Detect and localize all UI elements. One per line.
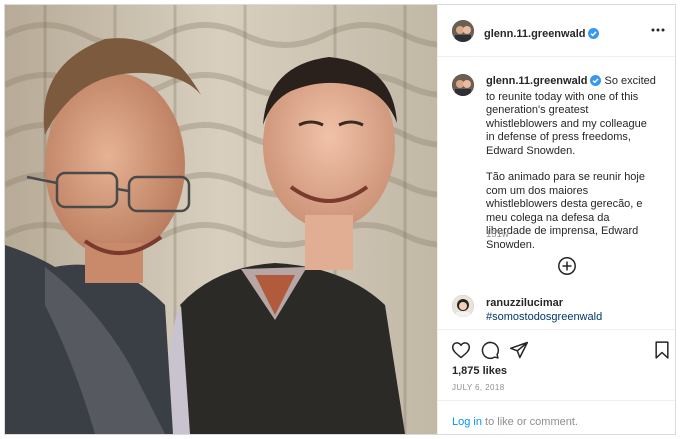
like-count[interactable]: 1,875 likes xyxy=(452,365,507,377)
commenter-avatar[interactable] xyxy=(452,295,474,317)
plus-circle-icon[interactable] xyxy=(557,256,577,276)
post-date[interactable]: JULY 6, 2018 xyxy=(452,383,505,392)
more-options-icon[interactable] xyxy=(650,23,666,37)
comment: ranuzzilucimar #somostodosgreenwald xyxy=(486,297,666,324)
author-avatar[interactable] xyxy=(452,20,474,42)
login-prompt-text: to like or comment. xyxy=(481,416,578,428)
author-avatar-image xyxy=(452,20,474,42)
post-photo[interactable] xyxy=(5,5,437,434)
comment-icon[interactable] xyxy=(480,340,500,360)
post-caption: glenn.11.greenwald So excited to reunite… xyxy=(486,75,656,265)
post-sidebar: glenn.11.greenwald glenn.11.greenwald So… xyxy=(437,5,675,434)
photo-illustration xyxy=(5,5,437,434)
caption-text-pt: Tão animado para se reunir hoje com um d… xyxy=(486,171,645,251)
bookmark-icon[interactable] xyxy=(652,340,672,360)
instagram-post: glenn.11.greenwald glenn.11.greenwald So… xyxy=(4,4,676,435)
commenter-username[interactable]: ranuzzilucimar xyxy=(486,297,666,311)
post-age[interactable]: 151w xyxy=(486,229,509,240)
login-link[interactable]: Log in xyxy=(452,416,482,428)
caption-avatar-image xyxy=(452,74,474,96)
share-icon[interactable] xyxy=(509,340,529,360)
commenter-avatar-image xyxy=(452,295,474,317)
login-prompt: Log in to like or comment. xyxy=(438,400,675,434)
verified-badge-icon xyxy=(588,26,600,44)
post-actions: 1,875 likes JULY 6, 2018 Log in to like … xyxy=(438,329,675,434)
verified-badge-icon xyxy=(590,75,602,91)
author-username[interactable]: glenn.11.greenwald xyxy=(484,28,585,40)
caption-username[interactable]: glenn.11.greenwald xyxy=(486,75,587,87)
header-author: glenn.11.greenwald xyxy=(484,24,600,44)
comment-hashtag[interactable]: #somostodosgreenwald xyxy=(486,311,666,325)
post-header: glenn.11.greenwald xyxy=(438,5,675,57)
caption-avatar[interactable] xyxy=(452,74,474,96)
heart-icon[interactable] xyxy=(451,340,471,360)
caption-text-en: So excited to reunite today with one of … xyxy=(486,75,656,157)
